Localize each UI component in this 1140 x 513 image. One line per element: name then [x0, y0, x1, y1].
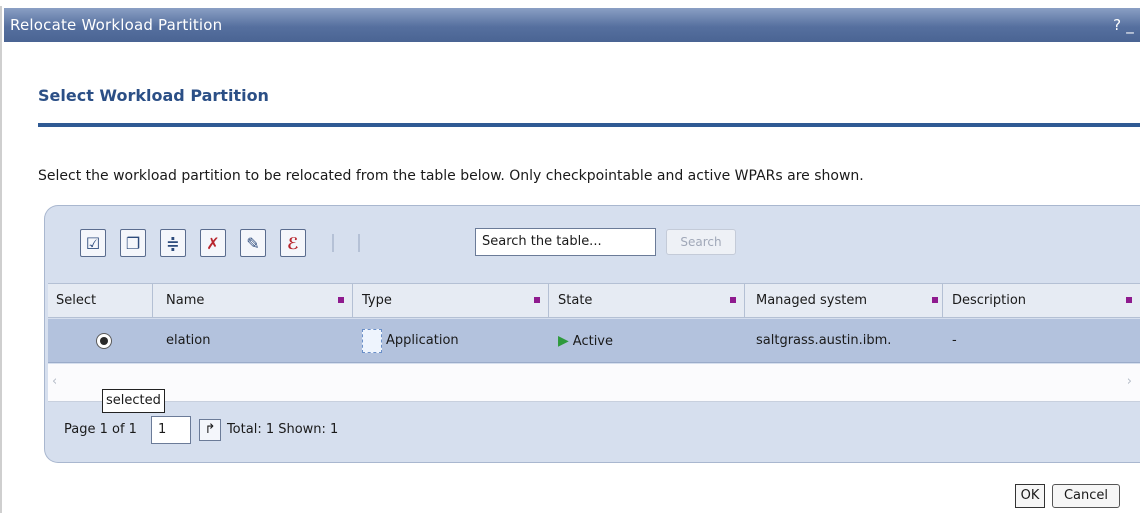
table-header: Select Name Type State Managed system De…: [48, 283, 1140, 318]
sort-icon[interactable]: [338, 297, 344, 303]
search-button[interactable]: Search: [666, 229, 736, 255]
column-header-name[interactable]: Name: [158, 284, 352, 317]
column-divider: [352, 284, 353, 317]
clear-filter-icon[interactable]: ✗: [200, 229, 226, 257]
column-divider: [152, 284, 153, 317]
sort-icon[interactable]: [534, 297, 540, 303]
page-description: Select the workload partition to be relo…: [38, 168, 864, 184]
cancel-button[interactable]: Cancel: [1052, 484, 1120, 508]
select-all-icon[interactable]: ☑: [80, 229, 106, 257]
window-border: [0, 6, 2, 513]
column-header-type[interactable]: Type: [354, 284, 548, 317]
cell-name: elation: [166, 333, 211, 348]
ok-button[interactable]: OK: [1015, 484, 1045, 508]
deselect-all-icon[interactable]: ❐: [120, 229, 146, 257]
cell-managed-system: saltgrass.austin.ibm.: [756, 333, 892, 348]
column-divider: [548, 284, 549, 317]
application-icon: [362, 328, 382, 353]
window-title: Relocate Workload Partition: [10, 16, 223, 34]
title-bar: Relocate Workload Partition ? _: [4, 8, 1140, 42]
cell-state: ▶ Active: [558, 333, 613, 349]
column-divider: [744, 284, 745, 317]
cell-description: -: [952, 333, 957, 348]
select-radio[interactable]: [96, 333, 112, 349]
horizontal-scrollbar[interactable]: ‹ ›: [48, 364, 1140, 402]
window-controls[interactable]: ? _: [1113, 8, 1134, 42]
table-row[interactable]: elation Application ▶ Active saltgrass.au…: [48, 319, 1140, 363]
page-label: Page 1 of 1: [64, 422, 137, 437]
cell-type: Application: [354, 319, 548, 363]
go-to-page-icon[interactable]: ↱: [198, 419, 221, 441]
search-input[interactable]: Search the table...: [475, 228, 656, 256]
page-title: Select Workload Partition: [38, 86, 269, 105]
page-number-input[interactable]: 1: [150, 416, 191, 444]
toolbar-separator: [332, 234, 334, 252]
edit-sort-icon[interactable]: ✎: [240, 229, 266, 257]
sort-icon[interactable]: [932, 297, 938, 303]
column-header-state[interactable]: State: [550, 284, 744, 317]
show-filter-icon[interactable]: ≑: [160, 229, 186, 257]
sort-icon[interactable]: [1126, 297, 1132, 303]
column-header-description[interactable]: Description: [944, 284, 1140, 317]
table-toolbar: ☑ ❐ ≑ ✗ ✎ ℰ: [80, 225, 372, 261]
column-header-select[interactable]: Select: [48, 284, 152, 317]
toolbar-separator: [358, 234, 360, 252]
pagination: Page 1 of 1 1 ↱ Total: 1 Shown: 1: [64, 416, 338, 444]
heading-divider: [38, 123, 1140, 127]
column-divider: [942, 284, 943, 317]
scroll-right-icon[interactable]: ›: [1127, 374, 1132, 389]
clear-sort-icon[interactable]: ℰ: [280, 229, 306, 257]
active-state-icon: ▶: [558, 333, 569, 349]
selected-tooltip: selected: [102, 389, 165, 413]
scroll-left-icon[interactable]: ‹: [52, 374, 57, 389]
column-header-managed-system[interactable]: Managed system: [748, 284, 942, 317]
sort-icon[interactable]: [730, 297, 736, 303]
table-summary: Total: 1 Shown: 1: [226, 422, 339, 437]
